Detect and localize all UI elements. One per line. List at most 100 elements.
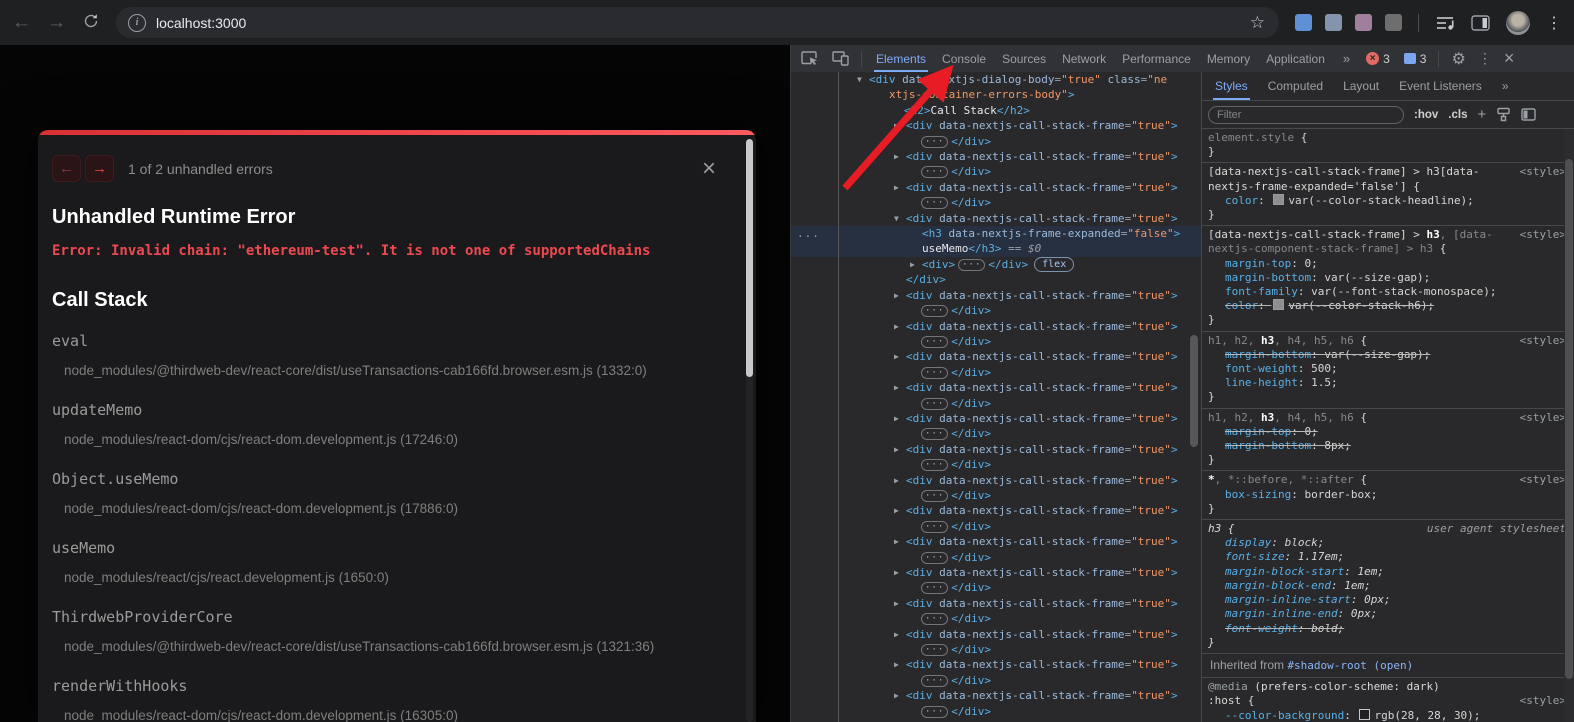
collapsed-content-icon[interactable]: ··· — [921, 398, 948, 410]
collapsed-content-icon[interactable]: ··· — [921, 166, 948, 178]
rule-origin-link[interactable]: user agent stylesheet — [1427, 522, 1566, 536]
dom-tree-row[interactable]: ···</div> — [791, 611, 1201, 626]
collapsed-arrow-icon[interactable]: ▶ — [894, 118, 906, 133]
collapsed-content-icon[interactable]: ··· — [921, 336, 948, 348]
dom-tree-row[interactable]: ▶<div data-nextjs-call-stack-frame="true… — [791, 627, 1201, 642]
css-declaration[interactable]: box-sizing: border-box; — [1208, 488, 1566, 502]
collapsed-content-icon[interactable]: ··· — [921, 706, 948, 718]
collapsed-content-icon[interactable]: ··· — [921, 552, 948, 564]
address-bar[interactable]: i localhost:3000 ☆ — [116, 7, 1279, 38]
call-stack-frame[interactable]: Object.useMemonode_modules/react-dom/cjs… — [52, 470, 730, 516]
computed-styles-icon[interactable] — [1496, 107, 1511, 122]
forward-button[interactable]: → — [47, 13, 66, 32]
collapsed-arrow-icon[interactable]: ▶ — [910, 257, 922, 272]
collapsed-arrow-icon[interactable]: ▶ — [894, 149, 906, 164]
scrolled-content-ellipsis[interactable]: ··· — [797, 229, 820, 244]
close-overlay-icon[interactable]: × — [702, 157, 716, 181]
dom-tree-row[interactable]: ▶<div data-nextjs-call-stack-frame="true… — [791, 319, 1201, 334]
css-declaration[interactable]: margin-top: 0; — [1208, 425, 1566, 439]
collapsed-content-icon[interactable]: ··· — [921, 490, 948, 502]
dom-tree-row[interactable]: ···</div> — [791, 704, 1201, 719]
rule-selector[interactable]: h3 { — [1208, 522, 1419, 536]
css-declaration[interactable]: margin-bottom: var(--size-gap); — [1208, 271, 1566, 285]
dom-tree-row[interactable]: ···</div> — [791, 550, 1201, 565]
dom-tree-row[interactable]: ▶<div data-nextjs-call-stack-frame="true… — [791, 180, 1201, 195]
collapsed-content-icon[interactable]: ··· — [921, 675, 948, 687]
dom-tree-row[interactable]: ···</div> — [791, 334, 1201, 349]
color-swatch[interactable] — [1273, 194, 1284, 205]
dom-tree-row[interactable]: ▶<div data-nextjs-call-stack-frame="true… — [791, 596, 1201, 611]
css-declaration[interactable]: color: var(--color-stack-h6); — [1208, 299, 1566, 313]
collapsed-content-icon[interactable]: ··· — [921, 197, 948, 209]
collapsed-content-icon[interactable]: ··· — [921, 136, 948, 148]
bookmark-star-icon[interactable]: ☆ — [1242, 13, 1273, 33]
css-declaration[interactable]: margin-bottom: var(--size-gap); — [1208, 348, 1566, 362]
expanded-arrow-icon[interactable]: ▼ — [894, 211, 906, 226]
devtools-settings-icon[interactable]: ⚙ — [1445, 49, 1471, 69]
dom-tree-row[interactable]: ···</div> — [791, 396, 1201, 411]
tab-elements[interactable]: Elements — [868, 46, 934, 72]
new-style-rule-icon[interactable]: + — [1477, 106, 1486, 123]
collapsed-content-icon[interactable]: ··· — [921, 428, 948, 440]
css-declaration[interactable]: margin-inline-end: 0px; — [1208, 607, 1566, 621]
inspect-element-icon[interactable] — [795, 51, 824, 66]
collapsed-arrow-icon[interactable]: ▶ — [894, 349, 906, 364]
collapsed-content-icon[interactable]: ··· — [921, 459, 948, 471]
color-swatch[interactable] — [1359, 709, 1370, 720]
extension-icon-3[interactable] — [1355, 14, 1372, 31]
media-controls-icon[interactable] — [1435, 15, 1455, 31]
side-panel-icon[interactable] — [1471, 15, 1490, 31]
dom-tree-row[interactable]: ▶<div>···</div>flex — [791, 257, 1201, 272]
rule-origin-link[interactable]: <style> — [1520, 411, 1566, 425]
collapsed-content-icon[interactable]: ··· — [921, 582, 948, 594]
collapsed-arrow-icon[interactable]: ▶ — [894, 627, 906, 642]
tab-memory[interactable]: Memory — [1199, 46, 1258, 72]
dom-tree-row[interactable]: useMemo</h3> == $0 — [791, 241, 1201, 256]
rule-origin-link[interactable]: <style> — [1520, 334, 1566, 348]
collapsed-arrow-icon[interactable]: ▶ — [894, 565, 906, 580]
dom-tree-row[interactable]: ▶<div data-nextjs-call-stack-frame="true… — [791, 118, 1201, 133]
profile-avatar[interactable] — [1506, 11, 1530, 35]
toggle-sidebar-icon[interactable] — [1521, 108, 1536, 121]
dom-tree-row[interactable]: ▼<div data-nextjs-dialog-body="true" cla… — [791, 72, 1201, 87]
console-errors-badge[interactable]: × 3 — [1360, 52, 1396, 66]
rule-selector[interactable]: [data-nextjs-call-stack-frame] > h3[data… — [1208, 165, 1512, 193]
flex-badge[interactable]: flex — [1034, 257, 1074, 272]
device-toolbar-icon[interactable] — [826, 51, 855, 66]
previous-error-button[interactable]: ← — [52, 155, 81, 182]
extension-icon-4[interactable] — [1385, 14, 1402, 31]
css-declaration[interactable]: margin-inline-start: 0px; — [1208, 593, 1566, 607]
next-error-button[interactable]: → — [85, 155, 114, 182]
css-declaration[interactable]: margin-block-end: 1em; — [1208, 579, 1566, 593]
collapsed-content-icon[interactable]: ··· — [958, 259, 985, 271]
collapsed-content-icon[interactable]: ··· — [921, 367, 948, 379]
dom-tree-row[interactable]: ···</div> — [791, 365, 1201, 380]
color-swatch[interactable] — [1273, 299, 1284, 310]
collapsed-arrow-icon[interactable]: ▶ — [894, 380, 906, 395]
dom-tree-row[interactable]: ▶<div data-nextjs-call-stack-frame="true… — [791, 657, 1201, 672]
tab-console[interactable]: Console — [934, 46, 994, 72]
rule-selector[interactable]: h1, h2, h3, h4, h5, h6 { — [1208, 411, 1512, 425]
dom-tree-row[interactable]: ···</div> — [791, 488, 1201, 503]
collapsed-arrow-icon[interactable]: ▶ — [894, 657, 906, 672]
collapsed-arrow-icon[interactable]: ▶ — [894, 442, 906, 457]
dom-tree-row[interactable]: ▶<div data-nextjs-call-stack-frame="true… — [791, 380, 1201, 395]
dom-tree-row[interactable]: ▶<div data-nextjs-call-stack-frame="true… — [791, 288, 1201, 303]
rule-origin-link[interactable]: <style> — [1520, 473, 1566, 487]
collapsed-content-icon[interactable]: ··· — [921, 305, 948, 317]
tab-application[interactable]: Application — [1258, 46, 1333, 72]
rule-selector[interactable]: element.style { — [1208, 131, 1566, 145]
call-stack-frame[interactable]: updateMemonode_modules/react-dom/cjs/rea… — [52, 401, 730, 447]
rule-selector[interactable]: h1, h2, h3, h4, h5, h6 { — [1208, 334, 1512, 348]
css-declaration[interactable]: margin-block-start: 1em; — [1208, 565, 1566, 579]
dom-tree-row[interactable]: <h2>Call Stack</h2> — [791, 103, 1201, 118]
collapsed-arrow-icon[interactable]: ▶ — [894, 534, 906, 549]
extension-icon-1[interactable] — [1295, 14, 1312, 31]
collapsed-content-icon[interactable]: ··· — [921, 521, 948, 533]
collapsed-arrow-icon[interactable]: ▶ — [894, 180, 906, 195]
dom-tree-row[interactable]: ···</div> — [791, 426, 1201, 441]
collapsed-arrow-icon[interactable]: ▶ — [894, 503, 906, 518]
sidebar-tab-computed[interactable]: Computed — [1259, 73, 1332, 100]
rule-origin-link[interactable]: <style> — [1520, 228, 1566, 256]
browser-menu-icon[interactable]: ⋮ — [1546, 13, 1562, 33]
